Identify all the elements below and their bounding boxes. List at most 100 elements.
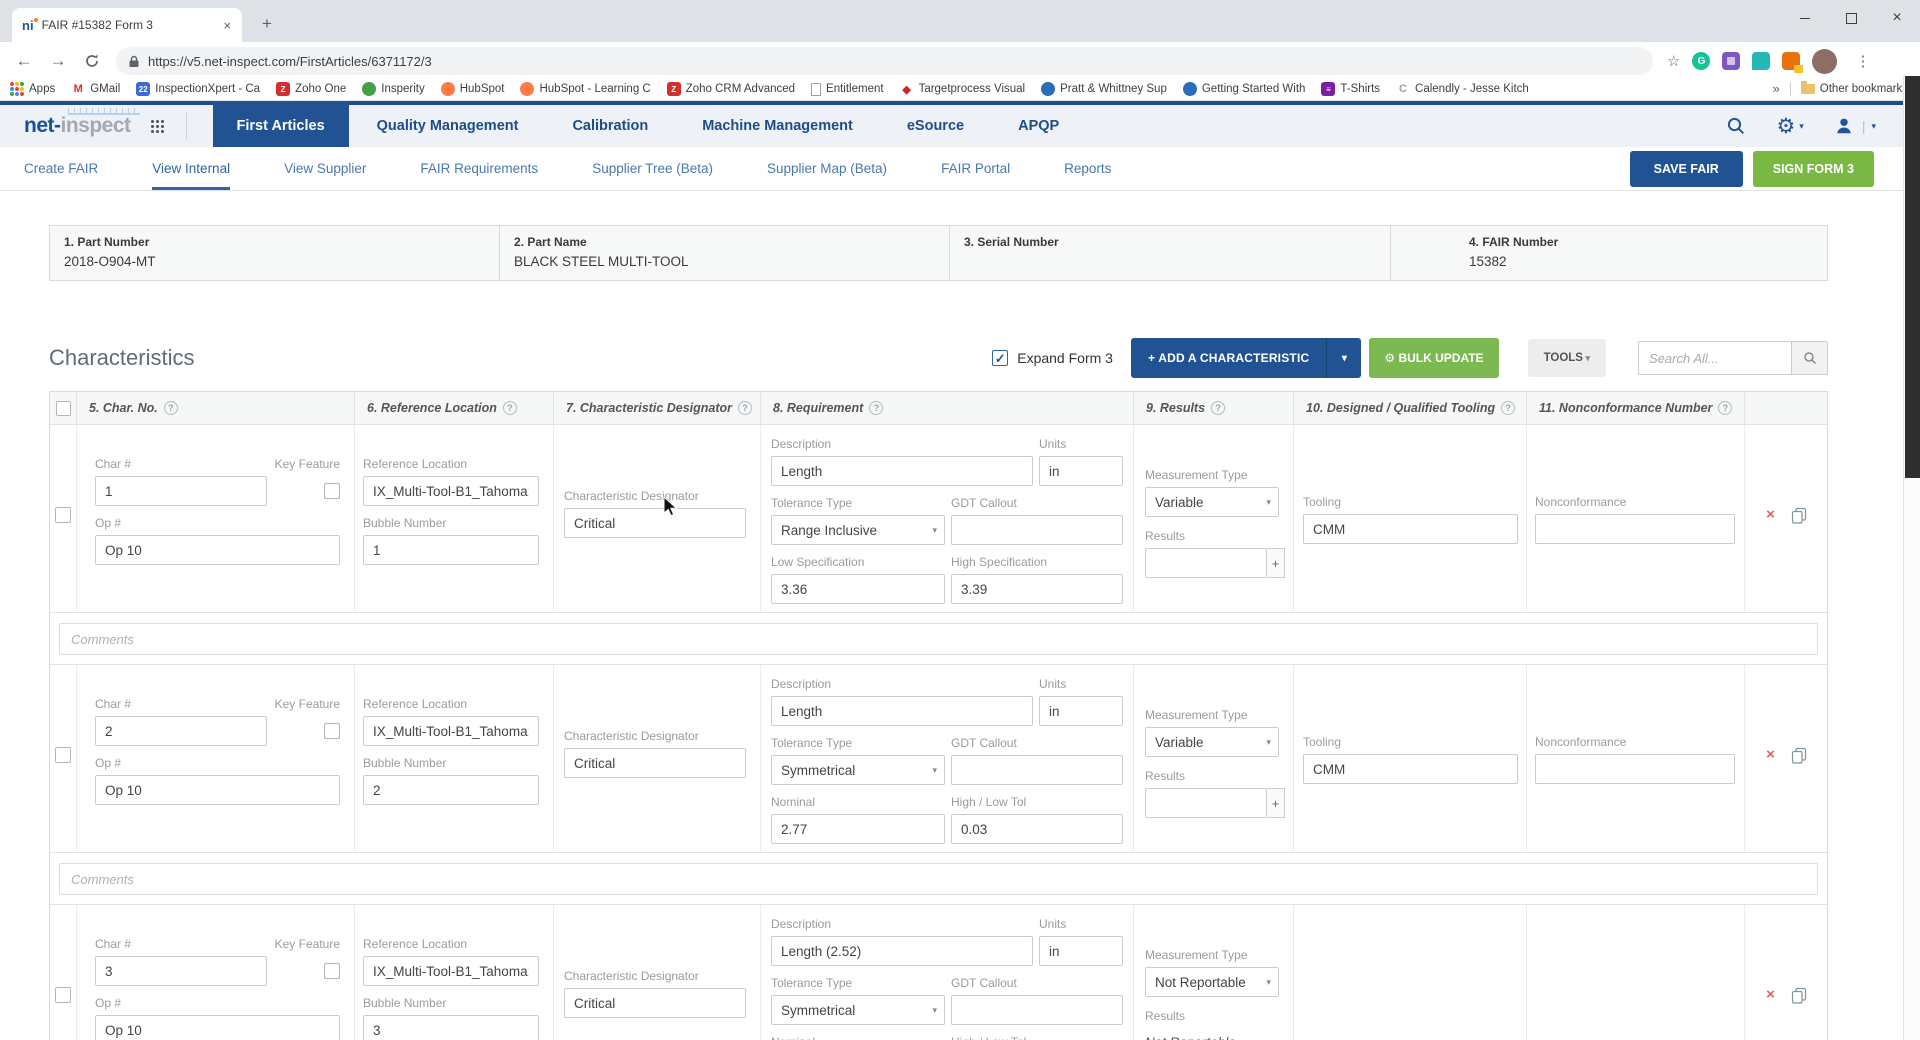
units-input[interactable]	[1039, 696, 1123, 726]
subnav-view-internal[interactable]: View Internal	[152, 147, 230, 190]
save-fair-button[interactable]: SAVE FAIR	[1630, 151, 1743, 187]
nav-quality-management[interactable]: Quality Management	[377, 105, 519, 147]
subnav-supplier-tree-beta[interactable]: Supplier Tree (Beta)	[592, 147, 713, 190]
tolerance-type-select[interactable]: Symmetrical	[771, 755, 945, 785]
row-select-checkbox[interactable]	[55, 507, 71, 523]
bookmark-hubspot[interactable]: HubSpot	[441, 82, 505, 96]
bookmarks-overflow-icon[interactable]	[1773, 80, 1780, 98]
row-select-checkbox[interactable]	[55, 747, 71, 763]
search-all-input[interactable]	[1638, 341, 1792, 375]
add-result-button[interactable]	[1267, 788, 1285, 818]
tolerance-type-select[interactable]: Symmetrical	[771, 995, 945, 1025]
subnav-supplier-map-beta[interactable]: Supplier Map (Beta)	[767, 147, 887, 190]
high-low-tol-input[interactable]	[951, 814, 1123, 844]
help-icon[interactable]	[738, 401, 752, 415]
select-all-checkbox[interactable]	[56, 401, 71, 416]
results-input[interactable]	[1145, 548, 1267, 578]
bookmark-pratt-whittney-sup[interactable]: Pratt & Whittney Sup	[1041, 82, 1167, 96]
bookmark-targetprocess-visual[interactable]: ◆Targetprocess Visual	[900, 82, 1026, 96]
reload-icon[interactable]	[78, 47, 106, 75]
key-feature-checkbox[interactable]	[324, 723, 340, 739]
search-button[interactable]	[1792, 341, 1828, 375]
reference-location-input[interactable]	[363, 476, 539, 506]
new-tab-button[interactable]	[255, 12, 279, 36]
nonconformance-input[interactable]	[1535, 754, 1735, 784]
characteristic-designator-input[interactable]	[564, 748, 746, 778]
address-bar[interactable]: https://v5.net-inspect.com/FirstArticles…	[116, 47, 1653, 75]
results-input[interactable]	[1145, 788, 1267, 818]
add-characteristic-dropdown-button[interactable]	[1326, 338, 1361, 378]
bookmark-inspectionxpert-ca[interactable]: 22InspectionXpert - Ca	[136, 82, 260, 96]
settings-gear-icon[interactable]: ⚙	[1776, 116, 1803, 137]
help-icon[interactable]	[503, 401, 517, 415]
bookmark-entitlement[interactable]: Entitlement	[811, 83, 884, 96]
add-result-button[interactable]	[1267, 548, 1285, 578]
chat-extension-icon[interactable]	[1752, 52, 1770, 70]
app-launcher-grid-icon[interactable]	[151, 120, 164, 133]
nav-esource[interactable]: eSource	[907, 105, 964, 147]
op-number-input[interactable]	[95, 535, 340, 565]
comments-input[interactable]	[59, 623, 1818, 655]
nominal-input[interactable]	[771, 814, 945, 844]
user-account-icon[interactable]: |	[1834, 116, 1876, 136]
description-input[interactable]	[771, 696, 1033, 726]
description-input[interactable]	[771, 936, 1033, 966]
bubble-number-input[interactable]	[363, 1015, 539, 1040]
op-number-input[interactable]	[95, 775, 340, 805]
forward-icon[interactable]: →	[44, 47, 72, 75]
help-icon[interactable]	[164, 401, 178, 415]
extension-with-badge-icon[interactable]	[1782, 52, 1800, 70]
add-characteristic-button[interactable]: + ADD A CHARACTERISTIC	[1131, 338, 1326, 378]
window-close-button[interactable]	[1874, 0, 1920, 36]
tools-button[interactable]: TOOLS	[1528, 339, 1606, 377]
nav-first-articles[interactable]: First Articles	[213, 101, 349, 147]
search-icon[interactable]	[1726, 116, 1746, 136]
nonconformance-input[interactable]	[1535, 514, 1735, 544]
characteristic-designator-input[interactable]	[564, 988, 746, 1018]
window-maximize-button[interactable]	[1828, 0, 1874, 36]
bookmark-calendly-jesse-kitch[interactable]: CCalendly - Jesse Kitch	[1396, 82, 1529, 96]
other-bookmarks[interactable]: Other bookmarks	[1801, 83, 1908, 95]
copy-row-button[interactable]	[1791, 747, 1807, 764]
back-icon[interactable]: ←	[10, 47, 38, 75]
nav-calibration[interactable]: Calibration	[572, 105, 648, 147]
op-number-input[interactable]	[95, 1015, 340, 1040]
subnav-fair-requirements[interactable]: FAIR Requirements	[420, 147, 538, 190]
gdt-callout-input[interactable]	[951, 755, 1123, 785]
bookmark-apps[interactable]: Apps	[10, 82, 55, 96]
extension-icon[interactable]	[1722, 52, 1740, 70]
expand-form3-checkbox[interactable]	[992, 350, 1008, 366]
bulk-update-button[interactable]: BULK UPDATE	[1369, 338, 1498, 378]
char-number-input[interactable]	[95, 716, 267, 746]
row-select-checkbox[interactable]	[55, 987, 71, 1003]
help-icon[interactable]	[869, 401, 883, 415]
nav-apqp[interactable]: APQP	[1018, 105, 1059, 147]
high-specification-input[interactable]	[951, 574, 1123, 604]
tolerance-type-select[interactable]: Range Inclusive	[771, 515, 945, 545]
comments-input[interactable]	[59, 863, 1818, 895]
char-number-input[interactable]	[95, 956, 267, 986]
units-input[interactable]	[1039, 936, 1123, 966]
description-input[interactable]	[771, 456, 1033, 486]
bubble-number-input[interactable]	[363, 775, 539, 805]
key-feature-checkbox[interactable]	[324, 963, 340, 979]
gdt-callout-input[interactable]	[951, 995, 1123, 1025]
window-minimize-button[interactable]	[1782, 0, 1828, 36]
browser-tab[interactable]: ni FAIR #15382 Form 3 ×	[12, 8, 242, 42]
bookmark-gmail[interactable]: MGMail	[71, 82, 120, 96]
tooling-input[interactable]	[1303, 514, 1518, 544]
delete-row-button[interactable]	[1766, 507, 1775, 523]
bookmark-hubspot-learning-c[interactable]: HubSpot - Learning C	[520, 82, 650, 96]
bookmark-zoho-one[interactable]: ZZoho One	[276, 82, 346, 96]
grammarly-extension-icon[interactable]: G	[1692, 52, 1710, 70]
browser-menu-icon[interactable]	[1849, 52, 1876, 70]
delete-row-button[interactable]	[1766, 747, 1775, 763]
delete-row-button[interactable]	[1766, 987, 1775, 1003]
bubble-number-input[interactable]	[363, 535, 539, 565]
subnav-create-fair[interactable]: Create FAIR	[24, 147, 98, 190]
help-icon[interactable]	[1211, 401, 1225, 415]
bookmark-zoho-crm-advanced[interactable]: ZZoho CRM Advanced	[667, 82, 795, 96]
subnav-view-supplier[interactable]: View Supplier	[284, 147, 366, 190]
measurement-type-select[interactable]: Variable	[1145, 487, 1279, 517]
help-icon[interactable]	[1501, 401, 1515, 415]
